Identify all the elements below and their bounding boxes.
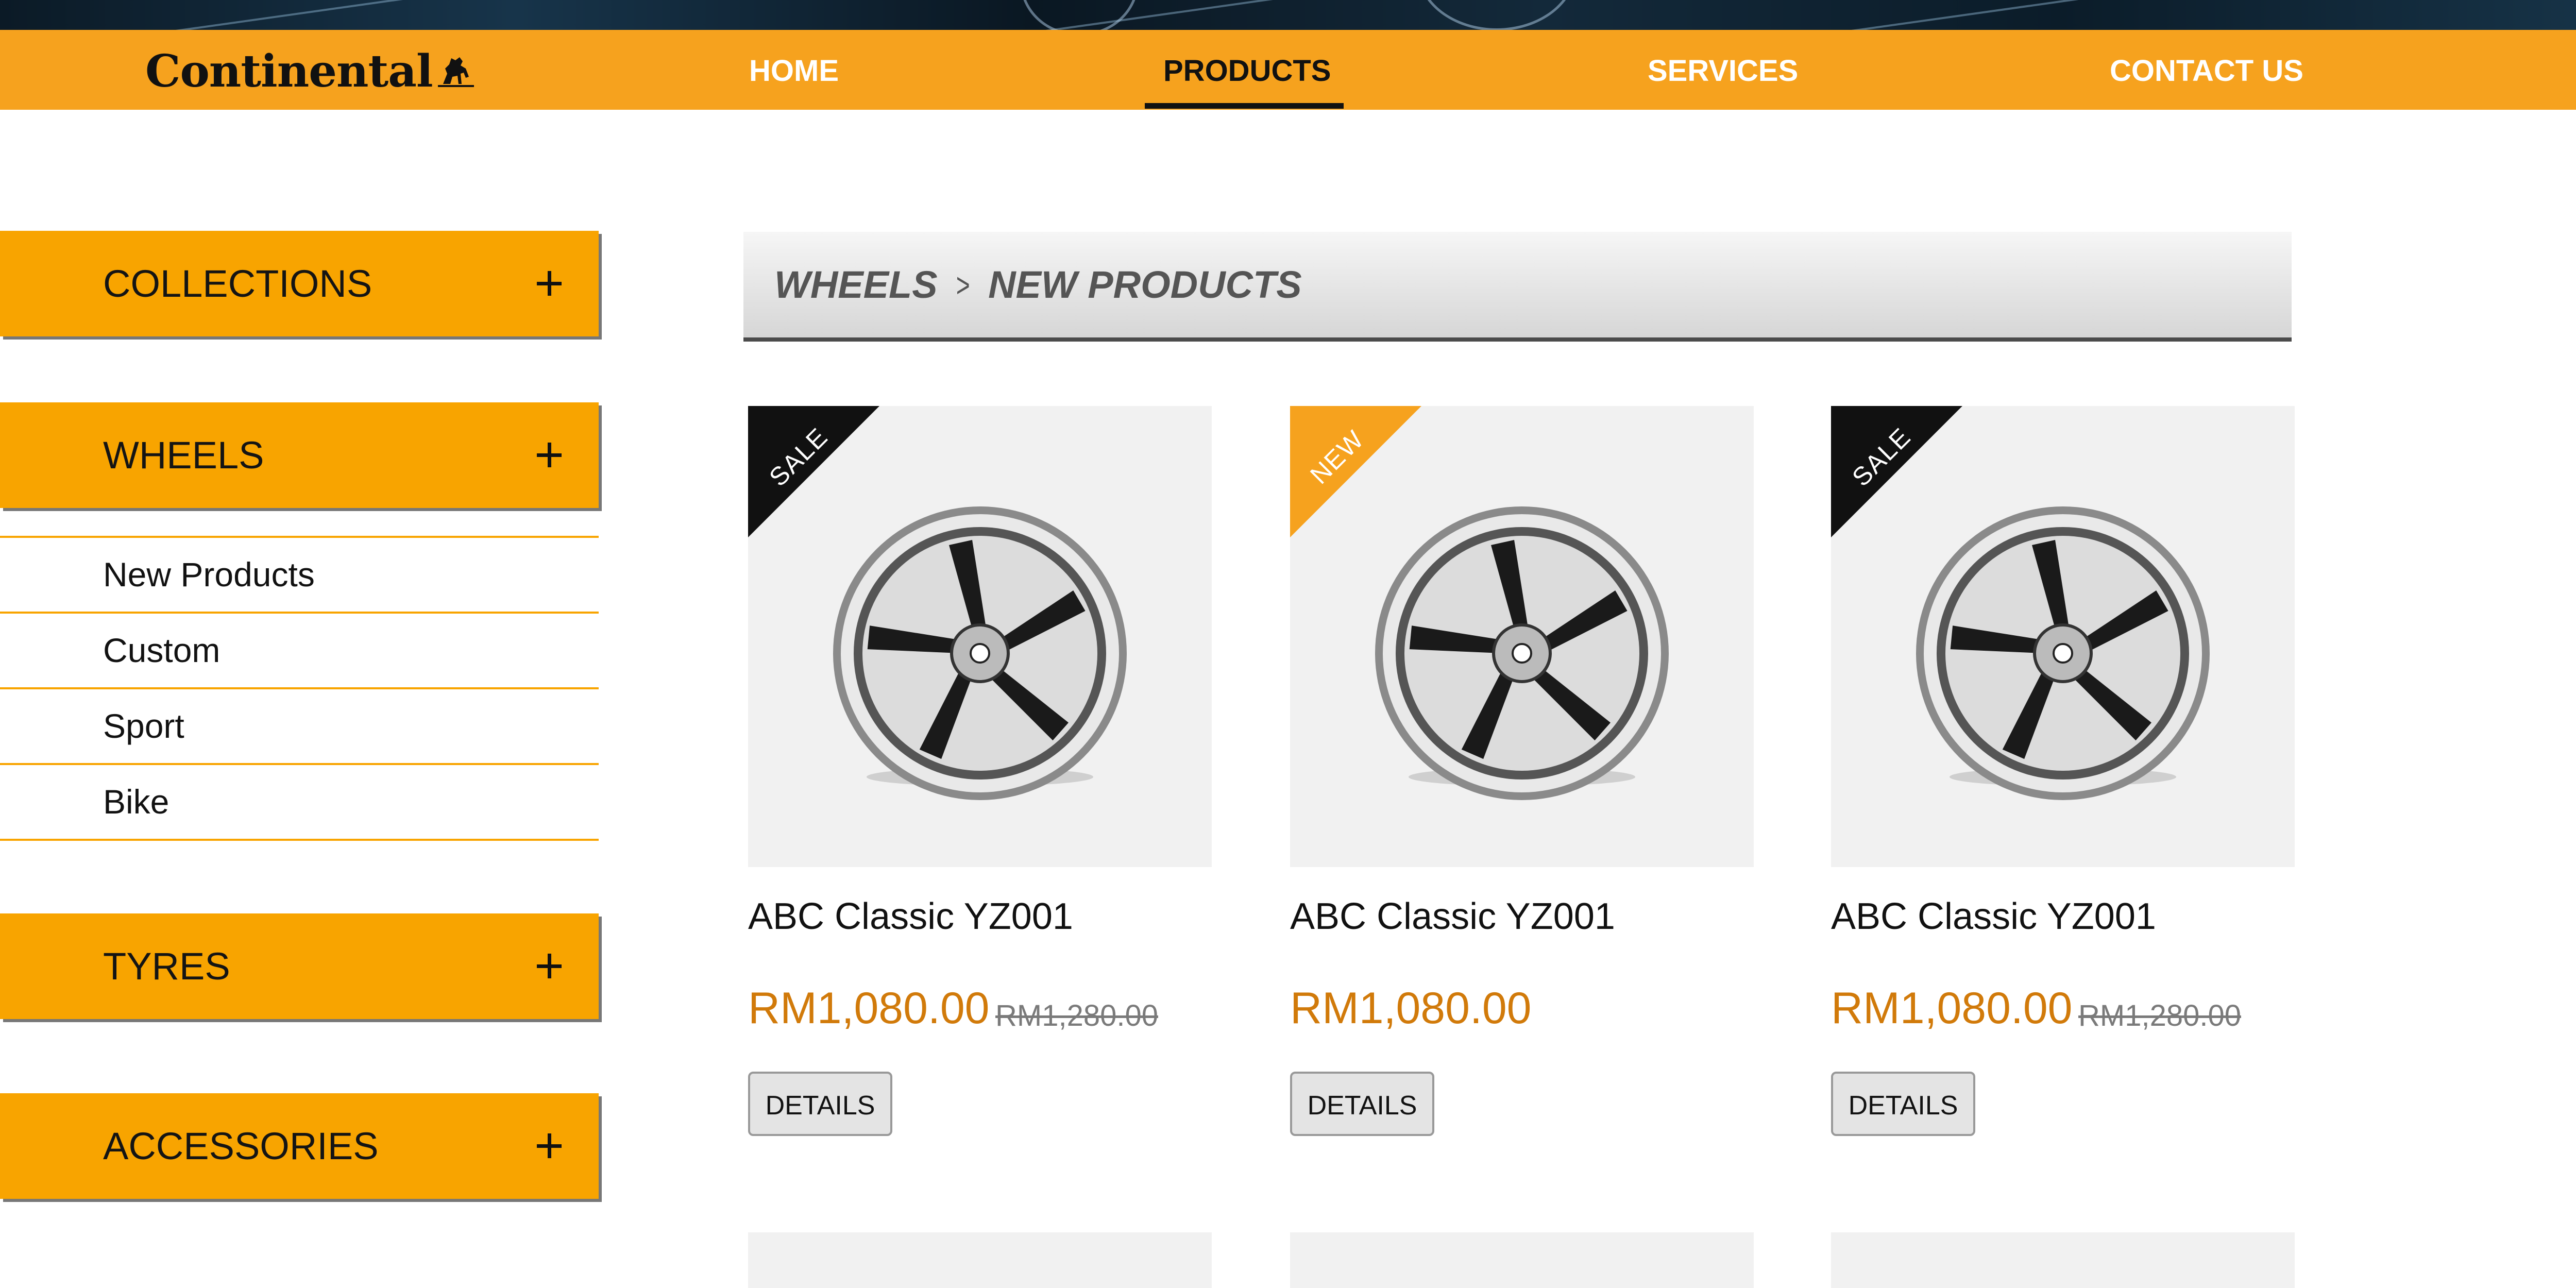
nav-home[interactable]: HOME	[749, 50, 839, 92]
product-old-price: RM1,280.00	[995, 999, 1158, 1032]
sidebar-section-label: TYRES	[103, 945, 230, 988]
breadcrumb: WHEELS > NEW PRODUCTS	[743, 232, 2292, 342]
breadcrumb-new-products: NEW PRODUCTS	[988, 263, 1302, 306]
details-button[interactable]: DETAILS	[748, 1072, 892, 1136]
product-price: RM1,080.00	[1290, 984, 1532, 1033]
nav-services[interactable]: SERVICES	[1648, 50, 1798, 92]
sidebar-item-label: Sport	[103, 707, 184, 745]
sidebar-section-wheels[interactable]: WHEELS	[0, 402, 599, 508]
sidebar-item-bike[interactable]: Bike	[0, 763, 599, 841]
product-image[interactable]: NEW	[1290, 406, 1754, 867]
product-card: SALE ABC Classic YZ001 RM1,080.00 RM1,28…	[1831, 406, 2295, 1136]
plus-icon[interactable]	[537, 443, 562, 467]
sidebar-item-new-products[interactable]: New Products	[0, 536, 599, 612]
sidebar-section-collections[interactable]: COLLECTIONS	[0, 231, 599, 336]
main-navbar: Continental HOME PRODUCTS SERVICES CONTA…	[0, 30, 2576, 110]
product-card-partial[interactable]	[1831, 1232, 2295, 1288]
product-card: NEW ABC Classic YZ001 RM1,080.00 DETAILS	[1290, 406, 1754, 1136]
breadcrumb-wheels[interactable]: WHEELS	[774, 263, 938, 307]
product-name[interactable]: ABC Classic YZ001	[748, 895, 1073, 938]
plus-icon[interactable]	[537, 954, 562, 978]
product-old-price: RM1,280.00	[2078, 999, 2241, 1032]
plus-icon[interactable]	[537, 1133, 562, 1158]
sidebar-item-sport[interactable]: Sport	[0, 687, 599, 763]
product-image[interactable]: SALE	[748, 406, 1212, 867]
wheel-image	[1375, 506, 1669, 800]
details-button[interactable]: DETAILS	[1831, 1072, 1975, 1136]
nav-contact-us[interactable]: CONTACT US	[2110, 50, 2303, 92]
sidebar-item-custom[interactable]: Custom	[0, 612, 599, 687]
sidebar-item-label: Bike	[103, 783, 170, 821]
plus-icon[interactable]	[537, 271, 562, 296]
logo-text: Continental	[145, 45, 433, 97]
product-image[interactable]: SALE	[1831, 406, 2295, 867]
sidebar-section-tyres[interactable]: TYRES	[0, 913, 599, 1019]
product-price: RM1,080.00	[748, 984, 990, 1033]
horse-icon	[437, 57, 474, 87]
sidebar-section-label: ACCESSORIES	[103, 1125, 379, 1167]
sidebar-item-label: New Products	[103, 555, 315, 594]
wheel-image	[833, 506, 1127, 800]
product-price: RM1,080.00	[1831, 984, 2073, 1033]
active-nav-indicator	[1145, 103, 1344, 109]
chevron-right-icon: >	[956, 265, 970, 304]
product-name[interactable]: ABC Classic YZ001	[1831, 895, 2156, 938]
product-card-partial[interactable]	[748, 1232, 1212, 1288]
product-card: SALE ABC Classic YZ001 RM1,080.00 RM1,28…	[748, 406, 1212, 1136]
hero-banner-strip	[0, 0, 2576, 30]
details-button[interactable]: DETAILS	[1290, 1072, 1434, 1136]
sidebar-section-label: COLLECTIONS	[103, 262, 372, 305]
wheel-image	[1916, 506, 2210, 800]
sidebar-section-label: WHEELS	[103, 434, 264, 477]
sidebar-section-accessories[interactable]: ACCESSORIES	[0, 1093, 599, 1199]
continental-logo[interactable]: Continental	[145, 45, 474, 97]
product-name[interactable]: ABC Classic YZ001	[1290, 895, 1615, 938]
sidebar-item-label: Custom	[103, 631, 221, 669]
product-card-partial[interactable]	[1290, 1232, 1754, 1288]
nav-products[interactable]: PRODUCTS	[1163, 50, 1331, 92]
wheels-submenu: New Products Custom Sport Bike	[0, 536, 599, 841]
